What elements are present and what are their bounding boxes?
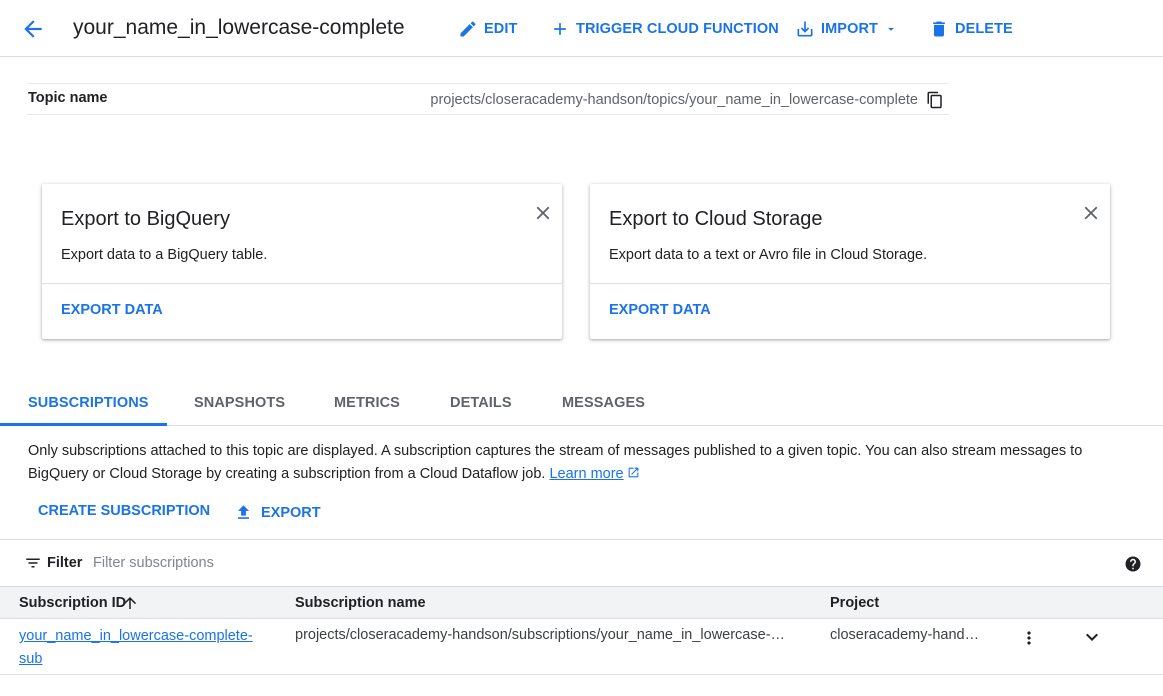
edit-button[interactable]: EDIT	[458, 18, 517, 40]
card-divider	[42, 283, 562, 284]
trash-icon	[929, 19, 949, 39]
project-cell: closeracademy-hand…	[830, 627, 980, 643]
copy-icon[interactable]	[926, 91, 944, 109]
create-subscription-button[interactable]: CREATE SUBSCRIPTION	[38, 503, 210, 519]
tab-subscriptions[interactable]: SUBSCRIPTIONS	[0, 383, 167, 426]
card-description: Export data to a BigQuery table.	[61, 247, 268, 263]
card-description: Export data to a text or Avro file in Cl…	[609, 247, 928, 263]
delete-button[interactable]: DELETE	[929, 18, 1013, 40]
table-row: your_name_in_lowercase-complete-sub proj…	[0, 619, 1163, 675]
filter-button[interactable]: Filter	[24, 554, 82, 572]
table-header: Subscription ID Subscription name Projec…	[0, 586, 1163, 619]
filter-bar: Filter	[0, 539, 1163, 586]
back-arrow-icon[interactable]	[20, 16, 46, 42]
export-data-link[interactable]: EXPORT DATA	[609, 302, 711, 318]
more-vert-icon[interactable]	[1019, 627, 1039, 649]
export-cloud-storage-card: Export to Cloud Storage Export data to a…	[590, 184, 1110, 339]
column-subscription-id[interactable]: Subscription ID	[19, 595, 126, 611]
chevron-down-icon[interactable]	[1080, 625, 1104, 649]
import-label: IMPORT	[821, 21, 878, 37]
filter-list-icon	[24, 554, 42, 572]
subscriptions-info: Only subscriptions attached to this topi…	[28, 440, 1138, 486]
card-divider	[590, 283, 1110, 284]
subscription-name-cell: projects/closeracademy-handson/subscript…	[295, 627, 786, 643]
trigger-cloud-function-button[interactable]: TRIGGER CLOUD FUNCTION	[550, 18, 779, 40]
delete-label: DELETE	[955, 21, 1013, 37]
topic-name-value: projects/closeracademy-handson/topics/yo…	[430, 92, 918, 108]
tab-metrics[interactable]: METRICS	[334, 383, 400, 426]
card-title: Export to Cloud Storage	[609, 208, 823, 230]
create-subscription-label: CREATE SUBSCRIPTION	[38, 503, 211, 519]
page-header: your_name_in_lowercase-complete EDIT TRI…	[0, 0, 1163, 57]
close-icon[interactable]	[532, 202, 554, 224]
export-data-link[interactable]: EXPORT DATA	[61, 302, 163, 318]
external-link-icon	[627, 466, 640, 479]
tab-bar: SUBSCRIPTIONS SNAPSHOTS METRICS DETAILS …	[0, 383, 1163, 426]
column-subscription-name: Subscription name	[295, 595, 426, 611]
plus-icon	[550, 19, 570, 39]
card-title: Export to BigQuery	[61, 208, 230, 230]
export-bigquery-card: Export to BigQuery Export data to a BigQ…	[42, 184, 562, 339]
help-icon[interactable]	[1124, 555, 1142, 573]
upload-icon	[234, 503, 253, 522]
filter-label: Filter	[47, 555, 83, 571]
edit-label: EDIT	[484, 21, 518, 37]
export-button[interactable]: EXPORT	[234, 503, 321, 522]
tab-details[interactable]: DETAILS	[450, 383, 512, 426]
dropdown-arrow-icon	[884, 22, 898, 36]
learn-more-link[interactable]: Learn more	[549, 466, 623, 482]
subscription-id-link[interactable]: your_name_in_lowercase-complete-sub	[19, 625, 269, 671]
column-project: Project	[830, 595, 880, 611]
trigger-label: TRIGGER CLOUD FUNCTION	[576, 21, 779, 37]
export-label: EXPORT	[261, 504, 321, 521]
filter-input[interactable]	[93, 552, 993, 574]
tab-snapshots[interactable]: SNAPSHOTS	[194, 383, 285, 426]
tab-messages[interactable]: MESSAGES	[562, 383, 645, 426]
download-icon	[795, 19, 815, 39]
import-button[interactable]: IMPORT	[795, 18, 898, 40]
pencil-icon	[458, 19, 478, 39]
sort-ascending-icon[interactable]	[121, 594, 139, 612]
topic-name-row: Topic name projects/closeracademy-handso…	[27, 83, 949, 115]
topic-name-label: Topic name	[28, 90, 108, 106]
close-icon[interactable]	[1080, 202, 1102, 224]
page-title: your_name_in_lowercase-complete	[73, 16, 405, 39]
